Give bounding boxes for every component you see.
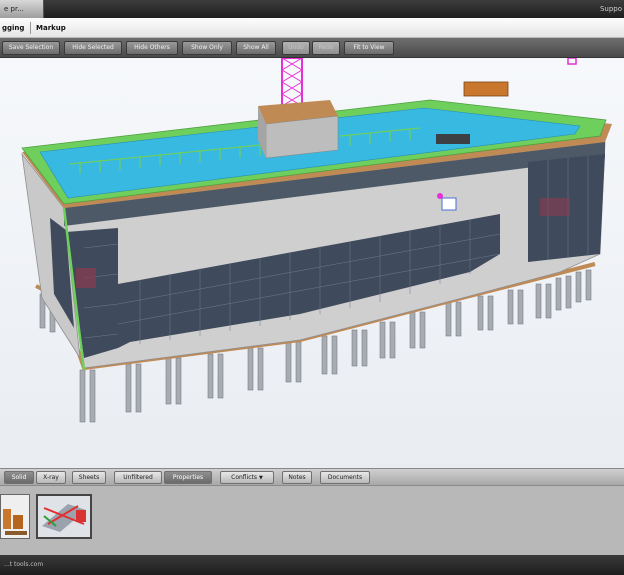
view-thumbnail-image xyxy=(38,496,90,537)
building-model-render[interactable] xyxy=(0,58,624,468)
view-thumbnail-image xyxy=(1,495,29,538)
notes-tab[interactable]: Notes xyxy=(282,471,312,484)
model-viewport[interactable] xyxy=(0,58,624,468)
menu-bar: gging Markup xyxy=(0,18,624,38)
menu-markup[interactable]: Markup xyxy=(36,18,66,38)
fit-to-view-button[interactable]: Fit to View xyxy=(344,41,394,55)
menu-separator xyxy=(30,22,31,34)
conflicts-dropdown[interactable]: Conflicts ▼ xyxy=(220,471,274,484)
accent-panel xyxy=(76,268,96,288)
menu-tagging[interactable]: gging xyxy=(2,18,24,38)
view-thumbnail-selected[interactable] xyxy=(36,494,92,539)
roof-unit xyxy=(436,134,470,144)
conflicts-label: Conflicts xyxy=(231,474,258,481)
show-only-button[interactable]: Show Only xyxy=(182,41,232,55)
documents-tab[interactable]: Documents xyxy=(320,471,370,484)
thumbnail-panel xyxy=(0,485,624,555)
solid-view-tab[interactable]: Solid xyxy=(4,471,34,484)
document-tab-label: e pr... xyxy=(4,5,24,13)
status-text: ...t tools.com xyxy=(4,561,44,568)
sheets-tab[interactable]: Sheets xyxy=(72,471,106,484)
roof-equipment xyxy=(463,81,509,97)
view-toolbar: Save Selection Hide Selected Hide Others… xyxy=(0,38,624,58)
save-selection-button[interactable]: Save Selection xyxy=(2,41,60,55)
document-tab[interactable]: e pr... xyxy=(0,0,44,18)
xray-view-tab[interactable]: X-ray xyxy=(36,471,66,484)
view-thumbnail[interactable] xyxy=(0,494,30,539)
undo-button[interactable]: Undo xyxy=(282,41,310,55)
show-all-button[interactable]: Show All xyxy=(236,41,276,55)
properties-tab[interactable]: Properties xyxy=(164,471,212,484)
panel-tab-bar: Solid X-ray Sheets Unfiltered Properties… xyxy=(0,468,624,485)
hide-selected-button[interactable]: Hide Selected xyxy=(64,41,122,55)
hide-others-button[interactable]: Hide Others xyxy=(126,41,178,55)
support-link[interactable]: Suppo xyxy=(600,0,622,18)
accent-panel xyxy=(540,198,570,216)
redo-button[interactable]: Redo xyxy=(312,41,340,55)
chevron-down-icon: ▼ xyxy=(259,475,263,481)
roof-plant-room xyxy=(258,100,339,159)
unfiltered-tab[interactable]: Unfiltered xyxy=(114,471,162,484)
status-bar: ...t tools.com xyxy=(0,555,624,575)
title-bar: e pr... Suppo xyxy=(0,0,624,18)
